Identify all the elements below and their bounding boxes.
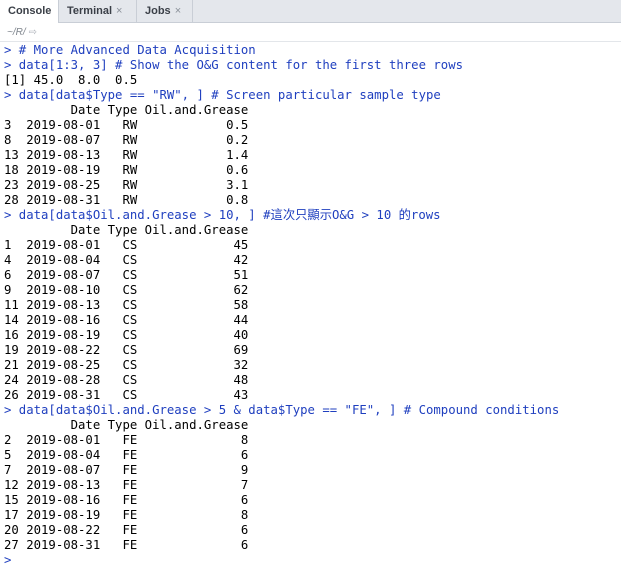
tab-terminal-label: Terminal	[67, 5, 113, 17]
tab-jobs[interactable]: Jobs ×	[137, 0, 193, 23]
console-output-line: 9 2019-08-10 CS 62	[4, 283, 249, 297]
console-output-line: 19 2019-08-22 CS 69	[4, 343, 249, 357]
console-output-line: 4 2019-08-04 CS 42	[4, 253, 249, 267]
console-command-line: > data[1:3, 3] # Show the O&G content fo…	[4, 58, 464, 72]
console-output-line: 15 2019-08-16 FE 6	[4, 493, 249, 507]
console-command-line: >	[4, 553, 12, 567]
console-output-line: 12 2019-08-13 FE 7	[4, 478, 249, 492]
console-command-line: > # More Advanced Data Acquisition	[4, 43, 256, 57]
console-output-line: 13 2019-08-13 RW 1.4	[4, 148, 249, 162]
console-command-line: > data[data$Oil.and.Grease > 5 & data$Ty…	[4, 403, 560, 417]
console-output-line: Date Type Oil.and.Grease	[4, 418, 249, 432]
console-output-line: 5 2019-08-04 FE 6	[4, 448, 249, 462]
console-output-line: 16 2019-08-19 CS 40	[4, 328, 249, 342]
console-output-line: 1 2019-08-01 CS 45	[4, 238, 249, 252]
go-to-directory-icon[interactable]: ⇨	[29, 27, 37, 38]
console-output-line: 20 2019-08-22 FE 6	[4, 523, 249, 537]
console-output-line: Date Type Oil.and.Grease	[4, 103, 249, 117]
console-output-line: 6 2019-08-07 CS 51	[4, 268, 249, 282]
console-output-line: 2 2019-08-01 FE 8	[4, 433, 249, 447]
console-output[interactable]: > # More Advanced Data Acquisition > data…	[4, 43, 621, 569]
console-output-line: 11 2019-08-13 CS 58	[4, 298, 249, 312]
console-output-line: 7 2019-08-07 FE 9	[4, 463, 249, 477]
console-output-line: 27 2019-08-31 FE 6	[4, 538, 249, 552]
tab-terminal[interactable]: Terminal ×	[59, 0, 137, 23]
tab-jobs-label: Jobs	[145, 5, 171, 17]
console-output-line: [1] 45.0 8.0 0.5	[4, 73, 138, 87]
console-output-line: 28 2019-08-31 RW 0.8	[4, 193, 249, 207]
tab-console-label: Console	[8, 5, 52, 17]
console-output-line: 26 2019-08-31 CS 43	[4, 388, 249, 402]
working-directory-bar: ~/R/⇨	[0, 23, 621, 42]
console-command-line: > data[data$Oil.and.Grease > 10, ] #這次只顯…	[4, 208, 441, 222]
console-output-line: Date Type Oil.and.Grease	[4, 223, 249, 237]
console-output-line: 23 2019-08-25 RW 3.1	[4, 178, 249, 192]
close-icon[interactable]: ×	[175, 0, 181, 23]
console-output-line: 14 2019-08-16 CS 44	[4, 313, 249, 327]
console-command-line: > data[data$Type == "RW", ] # Screen par…	[4, 88, 441, 102]
console-output-line: 21 2019-08-25 CS 32	[4, 358, 249, 372]
close-icon[interactable]: ×	[116, 0, 122, 23]
working-directory-path[interactable]: ~/R/	[7, 27, 26, 38]
console-output-line: 8 2019-08-07 RW 0.2	[4, 133, 249, 147]
pane-tab-bar: Console Terminal × Jobs ×	[0, 0, 621, 24]
tab-console[interactable]: Console	[0, 0, 59, 24]
console-output-line: 18 2019-08-19 RW 0.6	[4, 163, 249, 177]
console-output-line: 3 2019-08-01 RW 0.5	[4, 118, 249, 132]
console-output-line: 24 2019-08-28 CS 48	[4, 373, 249, 387]
console-output-line: 17 2019-08-19 FE 8	[4, 508, 249, 522]
